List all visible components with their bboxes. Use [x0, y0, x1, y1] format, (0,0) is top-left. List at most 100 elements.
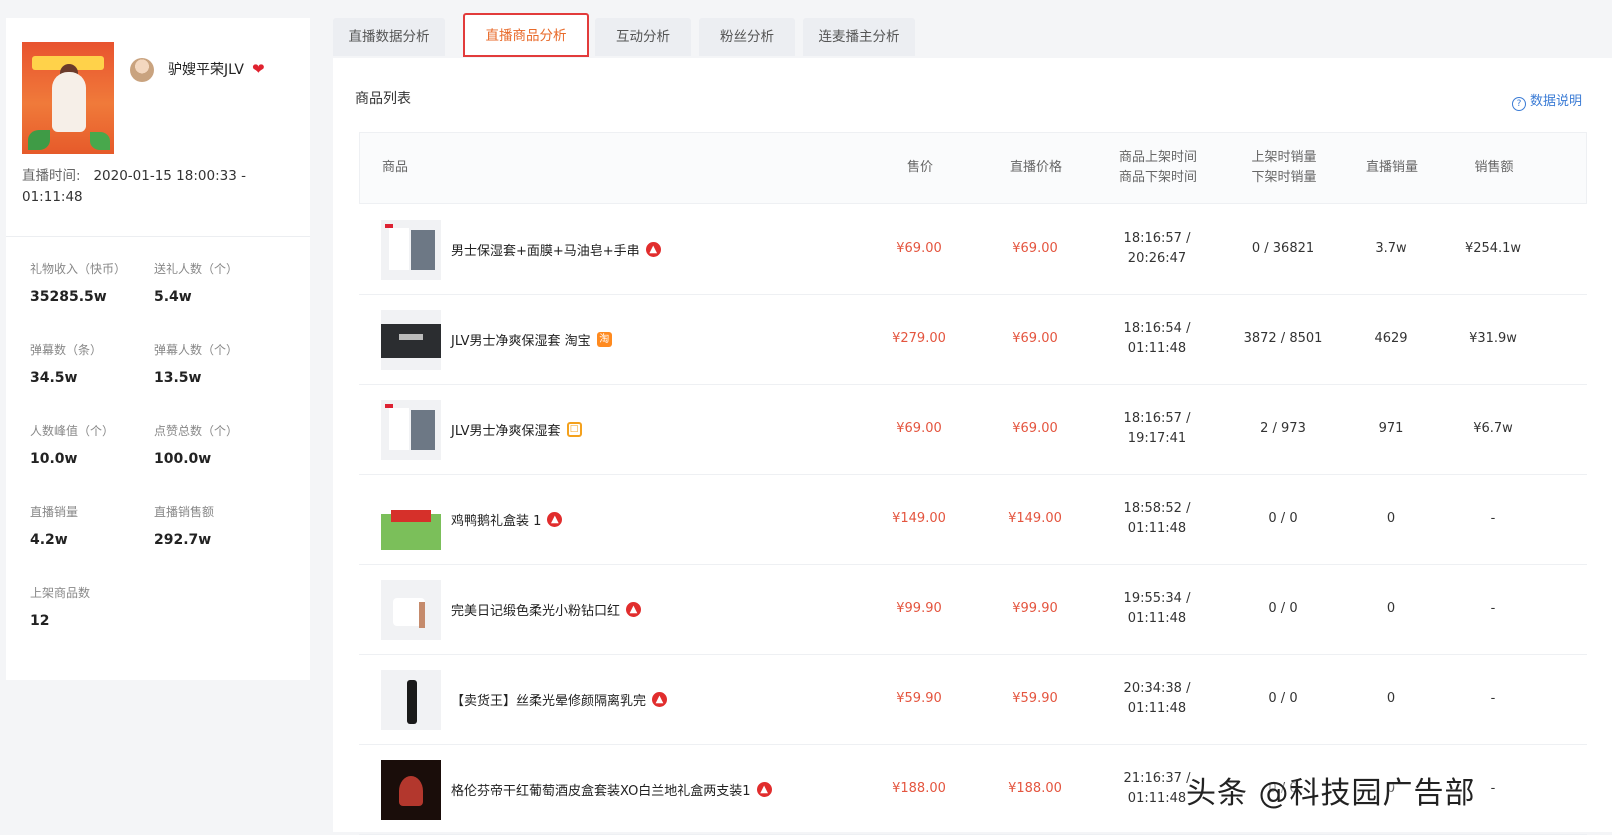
- fire-icon: ▲: [626, 601, 642, 617]
- product-revenue: ¥6.7w: [1473, 421, 1513, 436]
- product-price: ¥59.90: [896, 691, 942, 706]
- stat-value: 34.5w: [30, 370, 78, 386]
- taobao-icon: 淘: [596, 331, 612, 347]
- product-price: ¥69.00: [896, 241, 942, 256]
- col-price: 售价: [906, 160, 933, 175]
- product-thumbnail[interactable]: [381, 220, 441, 280]
- col-on-shelf: 商品上架时间: [1118, 150, 1197, 165]
- stat-label: 直播销量: [30, 505, 79, 519]
- live-time-label: 直播时间:: [22, 168, 81, 184]
- stat-total-likes: 点赞总数（个） 100.0w: [154, 422, 284, 467]
- stat-label: 点赞总数（个）: [154, 424, 239, 438]
- product-shelf-sales: 0 / 36821: [1251, 241, 1315, 256]
- product-thumbnail[interactable]: [381, 310, 441, 370]
- product-thumbnail[interactable]: [381, 760, 441, 820]
- table-row[interactable]: JLV男士净爽保湿套 淘宝淘 ¥279.00 ¥69.00 18:16:54 /…: [359, 294, 1587, 385]
- tab-fans[interactable]: 粉丝分析: [699, 18, 795, 56]
- anchor-name[interactable]: 驴嫂平荣JLV: [168, 59, 244, 79]
- product-thumbnail[interactable]: [381, 400, 441, 460]
- tab-live-data[interactable]: 直播数据分析: [333, 18, 445, 56]
- product-shelf-time: 19:55:34 /01:11:48: [1123, 591, 1191, 626]
- product-list-title: 商品列表: [355, 91, 411, 107]
- live-cover-image[interactable]: [22, 42, 114, 154]
- product-thumbnail[interactable]: [381, 670, 441, 730]
- product-name[interactable]: JLV男士净爽保湿套 □: [451, 384, 582, 474]
- product-price: ¥69.00: [896, 421, 942, 436]
- table-header: 商品 售价 直播价格 商品上架时间 商品下架时间 上架时销量 下架时销量 直播销…: [359, 132, 1587, 204]
- stat-live-revenue: 直播销售额 292.7w: [154, 503, 284, 548]
- stat-gift-income: 礼物收入（快币） 35285.5w: [30, 260, 160, 305]
- product-live-price: ¥59.90: [1012, 691, 1058, 706]
- table-row[interactable]: 完美日记缎色柔光小粉钻口红 ▲ ¥99.90 ¥99.90 19:55:34 /0…: [359, 564, 1587, 655]
- anchor-avatar[interactable]: [130, 58, 154, 82]
- fire-icon: ▲: [652, 691, 668, 707]
- product-thumbnail[interactable]: [381, 580, 441, 640]
- product-shelf-time: 18:16:54 /01:11:48: [1123, 321, 1191, 356]
- product-live-price: ¥149.00: [1008, 511, 1062, 526]
- stat-label: 弹幕数（条）: [30, 343, 103, 357]
- question-icon: ?: [1511, 97, 1526, 111]
- tab-interaction[interactable]: 互动分析: [595, 18, 691, 56]
- tab-co-streamer[interactable]: 连麦播主分析: [803, 18, 915, 56]
- product-name[interactable]: 鸡鸭鹅礼盒装 1 ▲: [451, 474, 563, 564]
- product-name[interactable]: 格伦芬帝干红葡萄酒皮盒套装XO白兰地礼盒两支装1 ▲: [451, 744, 772, 834]
- product-shelf-sales: 3872 / 8501: [1243, 331, 1323, 346]
- stat-product-count: 上架商品数 12: [30, 584, 160, 629]
- product-name[interactable]: JLV男士净爽保湿套 淘宝淘: [451, 294, 612, 384]
- col-live-price: 直播价格: [1009, 160, 1062, 175]
- stat-value: 10.0w: [30, 451, 78, 467]
- product-name[interactable]: 【卖货王】丝柔光晕修颜隔离乳完 ▲: [451, 654, 668, 744]
- table-row[interactable]: 男士保湿套+面膜+马油皂+手串 ▲ ¥69.00 ¥69.00 18:16:57 …: [359, 204, 1587, 295]
- product-thumbnail[interactable]: [381, 490, 441, 550]
- product-shelf-time: 18:16:57 /20:26:47: [1123, 231, 1191, 266]
- stat-value: 13.5w: [154, 370, 202, 386]
- stat-label: 送礼人数（个）: [154, 262, 239, 276]
- product-name[interactable]: 男士保湿套+面膜+马油皂+手串 ▲: [451, 204, 661, 294]
- product-shelf-time: 18:58:52 /01:11:48: [1123, 501, 1191, 536]
- product-shelf-sales: 0 / 0: [1268, 601, 1298, 616]
- live-time: 直播时间: 2020-01-15 18:00:33 - 01:11:48: [22, 166, 292, 208]
- product-revenue: -: [1490, 511, 1496, 526]
- fire-icon: ▲: [756, 781, 772, 797]
- product-live-price: ¥69.00: [1012, 241, 1058, 256]
- stat-live-sales: 直播销量 4.2w: [30, 503, 160, 548]
- product-live-price: ¥69.00: [1012, 331, 1058, 346]
- product-revenue: ¥31.9w: [1469, 331, 1517, 346]
- stat-value: 12: [30, 613, 50, 629]
- product-price: ¥188.00: [892, 781, 946, 796]
- divider: [6, 236, 310, 237]
- col-product: 商品: [382, 160, 409, 175]
- col-off-shelf: 商品下架时间: [1118, 170, 1197, 185]
- fire-icon: ▲: [645, 241, 661, 257]
- stat-danmaku-count: 弹幕数（条） 34.5w: [30, 341, 160, 386]
- stat-danmaku-users: 弹幕人数（个） 13.5w: [154, 341, 284, 386]
- stat-value: 35285.5w: [30, 289, 107, 305]
- tab-live-products[interactable]: 直播商品分析: [463, 13, 589, 57]
- stat-value: 4.2w: [30, 532, 68, 548]
- stat-label: 人数峰值（个）: [30, 424, 115, 438]
- anchor-panel: 驴嫂平荣JLV ❤ 直播时间: 2020-01-15 18:00:33 - 01…: [6, 18, 310, 680]
- product-revenue: -: [1490, 691, 1496, 706]
- table-row[interactable]: JLV男士净爽保湿套 □ ¥69.00 ¥69.00 18:16:57 /19:1…: [359, 384, 1587, 475]
- table-row[interactable]: 鸡鸭鹅礼盒装 1 ▲ ¥149.00 ¥149.00 18:58:52 /01:1…: [359, 474, 1587, 565]
- product-price: ¥149.00: [892, 511, 946, 526]
- stat-value: 100.0w: [154, 451, 212, 467]
- stat-value: 292.7w: [154, 532, 212, 548]
- stat-peak-viewers: 人数峰值（个） 10.0w: [30, 422, 160, 467]
- data-help-link[interactable]: ? 数据说明: [1511, 90, 1582, 111]
- product-shelf-time: 18:16:57 /19:17:41: [1123, 411, 1191, 446]
- product-name[interactable]: 完美日记缎色柔光小粉钻口红 ▲: [451, 564, 642, 654]
- col-shelf-sales: 上架时销量 下架时销量: [1224, 133, 1344, 203]
- product-revenue: ¥254.1w: [1464, 241, 1522, 256]
- table-row[interactable]: 【卖货王】丝柔光晕修颜隔离乳完 ▲ ¥59.90 ¥59.90 20:34:38 …: [359, 654, 1587, 745]
- watermark: 头条 @科技园广告部: [1186, 776, 1476, 811]
- product-live-price: ¥99.90: [1012, 601, 1058, 616]
- stat-gift-users: 送礼人数（个） 5.4w: [154, 260, 284, 305]
- stat-value: 5.4w: [154, 289, 192, 305]
- stat-label: 礼物收入（快币）: [30, 262, 127, 276]
- fire-icon: ▲: [547, 511, 563, 527]
- product-live-price: ¥188.00: [1008, 781, 1062, 796]
- product-price: ¥99.90: [896, 601, 942, 616]
- product-analysis-card: 商品列表 ? 数据说明 商品 售价 直播价格 商品上架时间 商品下架时间 上架时销…: [333, 58, 1612, 835]
- stat-label: 上架商品数: [30, 586, 91, 600]
